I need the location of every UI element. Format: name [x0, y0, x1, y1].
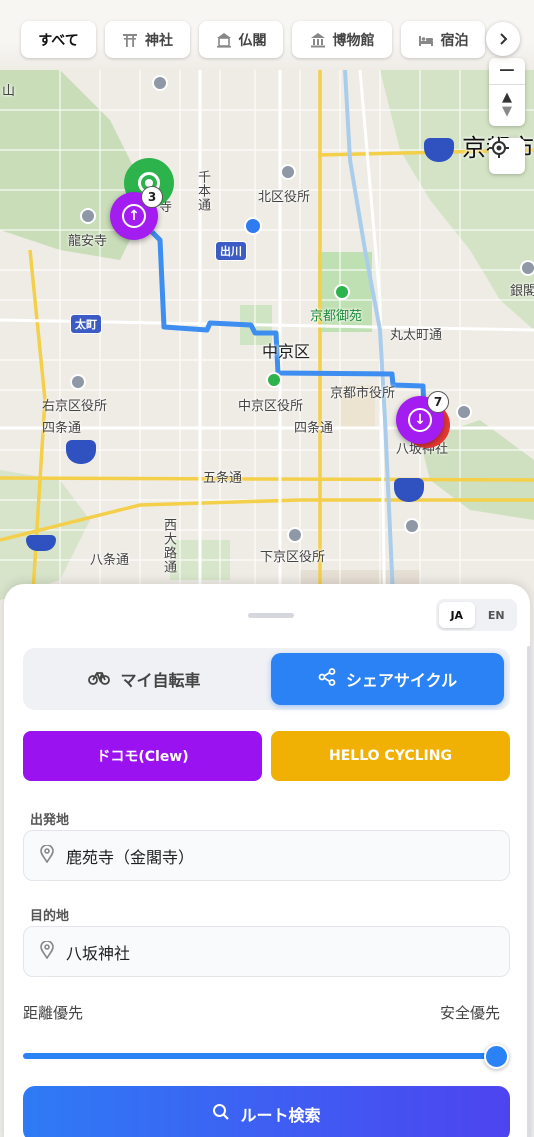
map-label-shimogyo-office: 下京区役所 — [260, 550, 326, 565]
destination-field[interactable] — [23, 926, 510, 977]
map-label-gojo: 五条通 — [203, 471, 243, 486]
destination-label: 目的地 — [30, 909, 70, 924]
category-chip-shrine[interactable]: 神社 — [105, 21, 190, 58]
temple-icon — [216, 32, 232, 48]
map-label-senbon: 千本通 — [195, 170, 210, 212]
chevron-right-icon[interactable] — [486, 22, 520, 56]
category-chip-all[interactable]: すべて — [21, 21, 96, 58]
mode-switch: マイ自転車 シェアサイクル — [23, 648, 510, 710]
map-view[interactable]: 山 寺 京都市 千本通 北区役所 龍安寺 銀閣 京都御苑 丸太町通 中京区 京都… — [0, 0, 534, 640]
torii-icon — [122, 32, 138, 48]
origin-field[interactable] — [23, 830, 510, 881]
lang-en-button[interactable]: EN — [479, 602, 515, 628]
panel-scrollbar[interactable] — [527, 646, 531, 1137]
language-toggle: JA EN — [436, 599, 517, 631]
route-search-label: ルート検索 — [240, 1106, 321, 1125]
park-icon[interactable] — [266, 372, 282, 388]
poi-icon[interactable] — [70, 374, 86, 390]
category-label: すべて — [38, 32, 79, 49]
current-location-dot — [244, 217, 262, 235]
map-label-ginkaku: 銀閣 — [510, 284, 534, 299]
cluster-count-badge: 7 — [427, 391, 449, 413]
arrow-down-icon: ↓ — [408, 408, 432, 432]
category-label: 仏閣 — [238, 32, 267, 49]
operator-docomo-button[interactable]: ドコモ(Clew) — [23, 731, 262, 781]
bicycle-icon — [88, 669, 111, 689]
map-label-gosho: 京都御苑 — [310, 309, 363, 324]
route-panel: JA EN マイ自転車 シェアサイクル ドコモ(Clew) HELLO CYCL… — [4, 584, 531, 1137]
arrow-up-icon: ↑ — [122, 204, 146, 228]
lang-ja-button[interactable]: JA — [439, 602, 475, 628]
map-label-ukyo-office: 右京区役所 — [42, 399, 108, 414]
priority-safety-label: 安全優先 — [440, 1004, 501, 1022]
my-bike-button[interactable]: マイ自転車 — [28, 653, 261, 705]
poi-icon[interactable] — [80, 208, 96, 224]
category-label: 神社 — [145, 32, 173, 49]
map-label-shijo-right: 四条通 — [294, 421, 334, 436]
priority-slider-track[interactable] — [23, 1053, 499, 1059]
map-label-shijo-left: 四条通 — [42, 421, 82, 436]
road-badge-demizu: 出川 — [215, 241, 247, 261]
compass-icon[interactable]: ▲ ▼ — [489, 84, 525, 124]
poi-icon[interactable] — [280, 164, 296, 180]
my-bike-label: マイ自転車 — [120, 671, 201, 690]
category-chip-museum[interactable]: 博物館 — [292, 21, 392, 58]
category-label: 博物館 — [332, 32, 375, 49]
priority-distance-label: 距離優先 — [23, 1004, 84, 1022]
map-label-city-hall: 京都市役所 — [330, 386, 396, 401]
map-label-hachijo: 八条通 — [90, 553, 130, 568]
poi-icon[interactable] — [152, 75, 168, 91]
route-search-button[interactable]: ルート検索 — [23, 1086, 510, 1137]
locate-icon[interactable] — [489, 138, 525, 174]
road-badge-taimachi: 太町 — [70, 314, 102, 334]
origin-label: 出発地 — [30, 813, 70, 828]
location-pin-icon — [40, 939, 54, 963]
map-label-nakagyo-ku: 中京区 — [262, 342, 311, 361]
category-chip-temple[interactable]: 仏閣 — [199, 21, 283, 58]
location-pin-icon — [40, 843, 54, 867]
drag-handle[interactable] — [248, 613, 294, 618]
search-icon — [212, 1103, 230, 1125]
bed-icon — [418, 32, 434, 48]
highway-shield — [26, 535, 56, 551]
park-icon[interactable] — [334, 284, 350, 300]
map-label-yama: 山 — [2, 84, 16, 99]
map-label-kita-ward-office: 北区役所 — [258, 190, 311, 205]
category-bar: すべて 神社 仏閣 博物館 宿泊 — [0, 0, 534, 70]
map-label-marutamachi: 丸太町通 — [390, 328, 443, 343]
map-label-nishioji: 西大路通 — [161, 518, 176, 574]
priority-slider-thumb[interactable] — [484, 1044, 509, 1069]
poi-icon[interactable] — [404, 518, 420, 534]
map-label-ryoanji: 龍安寺 — [68, 234, 108, 249]
museum-icon — [310, 32, 326, 48]
cluster-count-badge: 3 — [141, 186, 163, 208]
poi-icon[interactable] — [287, 527, 303, 543]
poi-icon[interactable] — [520, 260, 534, 276]
share-cycle-label: シェアサイクル — [345, 671, 458, 690]
poi-icon[interactable] — [456, 404, 472, 420]
category-label: 宿泊 — [440, 32, 469, 49]
map-label-nakagyo-office: 中京区役所 — [238, 399, 304, 414]
operator-hello-cycling-button[interactable]: HELLO CYCLING — [271, 731, 510, 781]
share-cycle-button[interactable]: シェアサイクル — [271, 653, 504, 705]
share-icon — [318, 668, 336, 690]
origin-input[interactable] — [66, 846, 466, 865]
destination-input[interactable] — [66, 942, 466, 961]
category-chip-lodging[interactable]: 宿泊 — [401, 21, 485, 58]
